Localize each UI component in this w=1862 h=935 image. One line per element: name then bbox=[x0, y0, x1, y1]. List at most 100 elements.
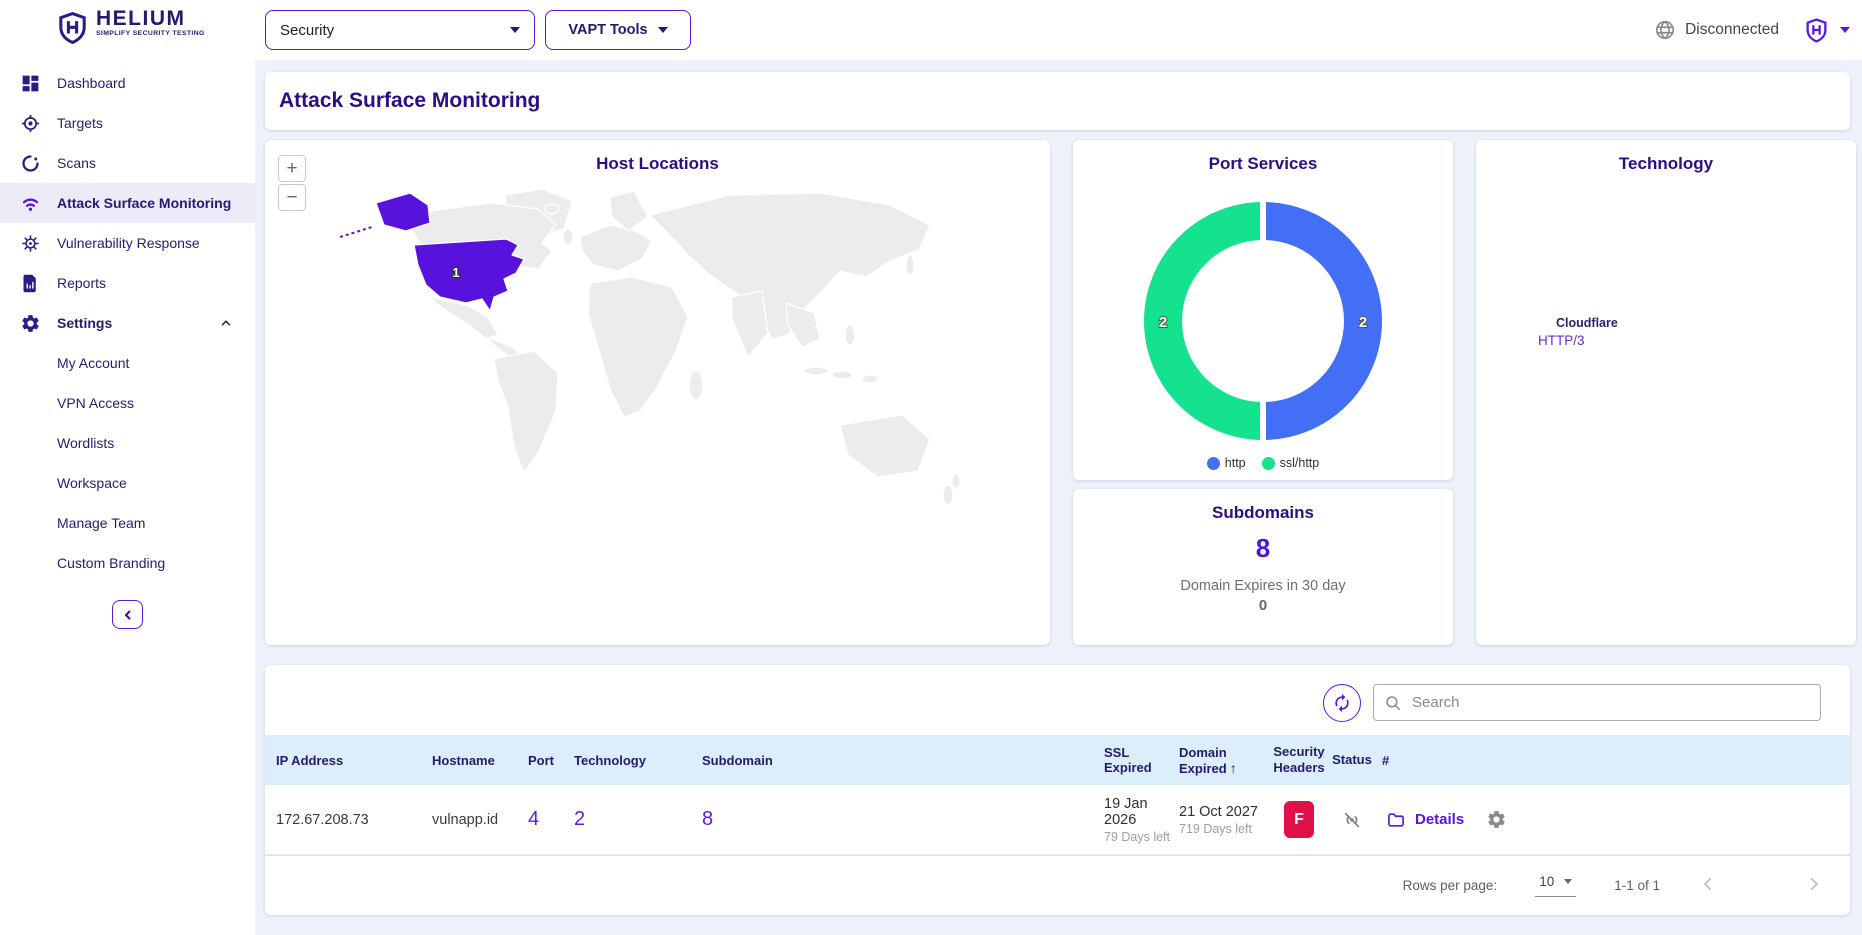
sidebar-item-targets[interactable]: Targets bbox=[0, 103, 255, 143]
workspace-select-value: Security bbox=[280, 22, 334, 39]
report-icon bbox=[20, 273, 41, 294]
workspace-select[interactable]: Security bbox=[265, 10, 535, 50]
cell-hostname: vulnapp.id bbox=[432, 812, 528, 828]
subdomains-title: Subdomains bbox=[1073, 489, 1453, 523]
column-header-hostname[interactable]: Hostname bbox=[432, 753, 528, 768]
cell-status bbox=[1330, 809, 1374, 831]
gear-icon bbox=[20, 313, 41, 334]
host-locations-title: Host Locations bbox=[265, 140, 1050, 174]
technology-title: Technology bbox=[1476, 140, 1856, 174]
column-header-actions[interactable]: # bbox=[1374, 753, 1850, 768]
sidebar-item-vulnerability-response[interactable]: Vulnerability Response bbox=[0, 223, 255, 263]
legend-label-ssl-http: ssl/http bbox=[1280, 456, 1320, 470]
column-header-ssl-expired[interactable]: SSL Expired bbox=[1104, 745, 1179, 775]
legend-dot-ssl-http bbox=[1262, 457, 1275, 470]
donut-segment-http[interactable] bbox=[1263, 221, 1363, 421]
sidebar-subitem-label: VPN Access bbox=[57, 395, 134, 411]
ssl-expired-days-left: 79 Days left bbox=[1104, 830, 1179, 844]
page-title: Attack Surface Monitoring bbox=[279, 89, 540, 113]
search-icon bbox=[1384, 694, 1402, 712]
donut-segment-ssl-http[interactable] bbox=[1163, 221, 1263, 421]
results-table-card: IP Address Hostname Port Technology Subd… bbox=[265, 665, 1850, 915]
domain-expired-days-left: 719 Days left bbox=[1179, 822, 1268, 836]
sidebar-item-wordlists[interactable]: Wordlists bbox=[0, 423, 255, 463]
vapt-tools-label: VAPT Tools bbox=[568, 22, 647, 38]
sidebar-subitem-label: Custom Branding bbox=[57, 555, 165, 571]
sort-ascending-icon: ↑ bbox=[1230, 760, 1237, 776]
caret-down-icon bbox=[510, 27, 520, 33]
sidebar-item-label: Dashboard bbox=[57, 75, 126, 91]
sidebar-item-vpn-access[interactable]: VPN Access bbox=[0, 383, 255, 423]
map-zoom-controls: + − bbox=[278, 155, 306, 211]
row-settings-gear-icon[interactable] bbox=[1486, 809, 1507, 830]
dashboard-icon bbox=[20, 73, 41, 94]
column-header-technology[interactable]: Technology bbox=[574, 753, 702, 768]
column-header-subdomain[interactable]: Subdomain bbox=[702, 753, 1104, 768]
domain-expired-date: 21 Oct 2027 bbox=[1179, 804, 1268, 820]
column-header-port[interactable]: Port bbox=[528, 753, 574, 768]
sidebar-item-label: Scans bbox=[57, 155, 96, 171]
map-marker-count: 1 bbox=[452, 265, 459, 280]
cell-port-count[interactable]: 4 bbox=[528, 808, 574, 831]
main-content: Attack Surface Monitoring Host Locations… bbox=[255, 60, 1862, 935]
sidebar-item-attack-surface-monitoring[interactable]: Attack Surface Monitoring bbox=[0, 183, 255, 223]
details-button[interactable]: Details bbox=[1415, 811, 1464, 828]
next-page-button[interactable] bbox=[1804, 874, 1824, 897]
rows-per-page-select[interactable]: 10 bbox=[1535, 874, 1576, 897]
chevron-left-icon bbox=[121, 608, 135, 622]
cell-technology-count[interactable]: 2 bbox=[574, 808, 702, 831]
caret-down-icon bbox=[1564, 879, 1572, 884]
vapt-tools-button[interactable]: VAPT Tools bbox=[545, 10, 691, 50]
sidebar-item-label: Settings bbox=[57, 315, 112, 331]
cell-subdomain-count[interactable]: 8 bbox=[702, 808, 1104, 831]
topbar-right: Disconnected bbox=[1654, 0, 1850, 60]
search-box bbox=[1373, 684, 1821, 721]
column-header-domain-expired-label: Domain Expired bbox=[1179, 745, 1227, 776]
subdomains-count: 8 bbox=[1073, 533, 1453, 564]
map-zoom-out-button[interactable]: − bbox=[278, 184, 306, 211]
rows-per-page-value: 10 bbox=[1539, 874, 1554, 889]
port-services-card: Port Services 2 2 http ssl/http bbox=[1073, 140, 1453, 480]
caret-down-icon bbox=[658, 27, 668, 33]
sidebar-subitem-label: Wordlists bbox=[57, 435, 114, 451]
previous-page-button[interactable] bbox=[1698, 874, 1718, 897]
pagination-range: 1-1 of 1 bbox=[1614, 878, 1660, 893]
sidebar-item-settings[interactable]: Settings bbox=[0, 303, 255, 343]
technology-card: Technology Cloudflare HTTP/3 bbox=[1476, 140, 1856, 645]
sidebar-item-dashboard[interactable]: Dashboard bbox=[0, 63, 255, 103]
map-zoom-in-button[interactable]: + bbox=[278, 155, 306, 182]
subdomains-card: Subdomains 8 Domain Expires in 30 day 0 bbox=[1073, 489, 1453, 645]
sidebar-item-label: Targets bbox=[57, 115, 103, 131]
account-shield-icon[interactable] bbox=[1804, 16, 1829, 45]
column-header-security-headers[interactable]: Security Headers bbox=[1268, 744, 1330, 777]
refresh-icon bbox=[1332, 693, 1352, 713]
account-menu-caret-icon[interactable] bbox=[1840, 27, 1850, 33]
sidebar-collapse-button[interactable] bbox=[112, 600, 143, 629]
sidebar-item-scans[interactable]: Scans bbox=[0, 143, 255, 183]
folder-icon[interactable] bbox=[1386, 810, 1406, 830]
brand-name: HELIUM bbox=[96, 8, 205, 30]
signal-off-icon bbox=[1341, 809, 1363, 831]
column-header-ip-address[interactable]: IP Address bbox=[265, 753, 432, 768]
sidebar-item-label: Attack Surface Monitoring bbox=[57, 195, 231, 211]
sidebar-item-my-account[interactable]: My Account bbox=[0, 343, 255, 383]
technology-tag-http3[interactable]: HTTP/3 bbox=[1538, 333, 1585, 348]
host-locations-card: Host Locations + − bbox=[265, 140, 1050, 645]
connection-status: Disconnected bbox=[1685, 21, 1779, 39]
port-services-donut-chart: 2 2 bbox=[1073, 140, 1453, 452]
cell-domain-expired: 21 Oct 2027 719 Days left bbox=[1179, 804, 1268, 836]
column-header-status[interactable]: Status bbox=[1330, 752, 1374, 768]
chevron-left-icon bbox=[1698, 874, 1718, 894]
cell-ssl-expired: 19 Jan 2026 79 Days left bbox=[1104, 796, 1179, 844]
donut-value-http: 2 bbox=[1359, 314, 1367, 331]
sidebar-item-custom-branding[interactable]: Custom Branding bbox=[0, 543, 255, 583]
refresh-button[interactable] bbox=[1323, 684, 1361, 722]
sidebar-item-manage-team[interactable]: Manage Team bbox=[0, 503, 255, 543]
technology-tag-cloudflare[interactable]: Cloudflare bbox=[1556, 316, 1618, 330]
ssl-expired-date: 19 Jan 2026 bbox=[1104, 796, 1179, 828]
search-input[interactable] bbox=[1410, 693, 1810, 712]
column-header-domain-expired[interactable]: Domain Expired↑ bbox=[1179, 745, 1268, 776]
sidebar-item-reports[interactable]: Reports bbox=[0, 263, 255, 303]
sidebar-item-workspace[interactable]: Workspace bbox=[0, 463, 255, 503]
world-map[interactable]: 1 bbox=[280, 185, 1035, 635]
